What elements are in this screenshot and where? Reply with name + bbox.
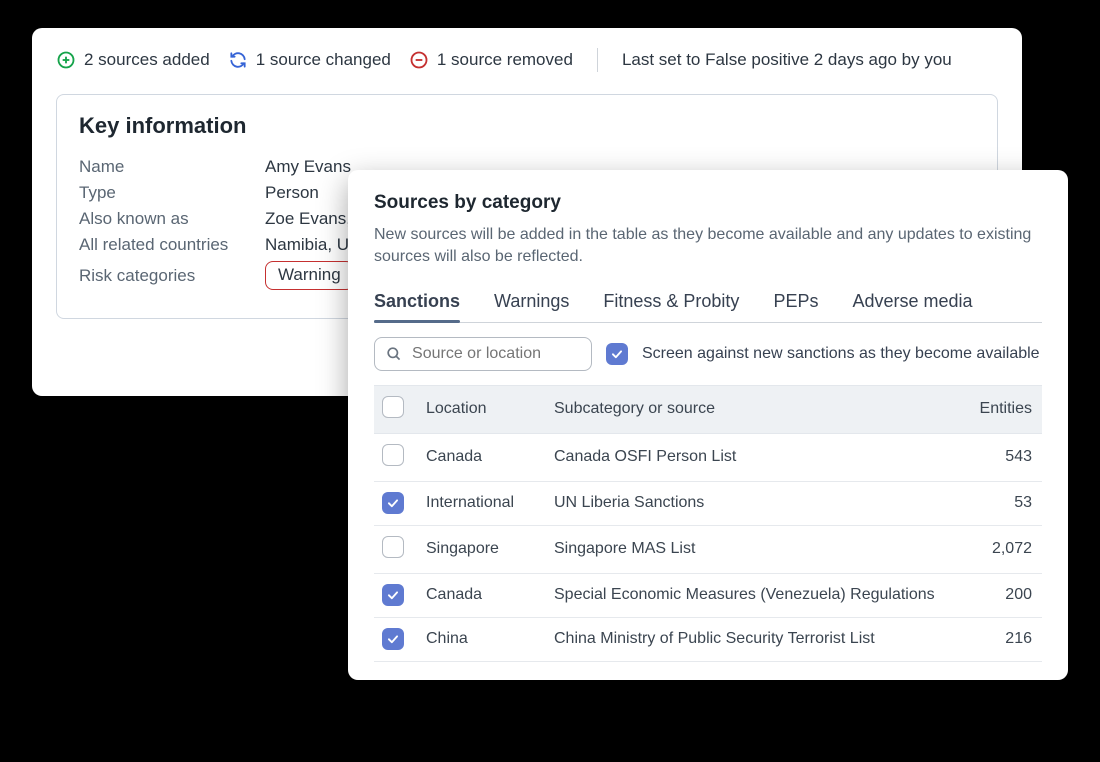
row-location: International [418, 481, 546, 525]
status-changed-text: 1 source changed [256, 50, 391, 70]
minus-circle-icon [409, 50, 429, 70]
tab-peps[interactable]: PEPs [773, 285, 818, 322]
kv-name-label: Name [79, 157, 265, 177]
screen-against-new-checkbox[interactable] [606, 343, 628, 365]
row-checkbox[interactable] [382, 584, 404, 606]
kv-risk-label: Risk categories [79, 266, 265, 286]
table-row: ChinaChina Ministry of Public Security T… [374, 617, 1042, 661]
tab-fitness-probity[interactable]: Fitness & Probity [603, 285, 739, 322]
status-removed-text: 1 source removed [437, 50, 573, 70]
row-source: China Ministry of Public Security Terror… [546, 617, 954, 661]
tab-warnings[interactable]: Warnings [494, 285, 569, 322]
row-entities: 2,072 [954, 525, 1042, 573]
table-row: SingaporeSingapore MAS List2,072 [374, 525, 1042, 573]
col-entities: Entities [954, 385, 1042, 433]
sources-description: New sources will be added in the table a… [374, 224, 1042, 269]
key-info-title: Key information [79, 113, 975, 139]
status-changed: 1 source changed [228, 50, 391, 70]
col-source: Subcategory or source [546, 385, 954, 433]
select-all-checkbox[interactable] [382, 396, 404, 418]
kv-countries-label: All related countries [79, 235, 265, 255]
sources-table: Location Subcategory or source Entities … [374, 385, 1042, 662]
status-added: 2 sources added [56, 50, 210, 70]
row-checkbox[interactable] [382, 444, 404, 466]
controls-row: Screen against new sanctions as they bec… [374, 337, 1042, 371]
col-location: Location [418, 385, 546, 433]
search-input[interactable] [410, 344, 581, 364]
refresh-icon [228, 50, 248, 70]
table-row: CanadaSpecial Economic Measures (Venezue… [374, 573, 1042, 617]
sources-title: Sources by category [374, 192, 1042, 214]
row-location: China [418, 617, 546, 661]
status-removed: 1 source removed [409, 50, 573, 70]
row-checkbox[interactable] [382, 628, 404, 650]
plus-circle-icon [56, 50, 76, 70]
divider [597, 48, 598, 72]
risk-category-pill: Warning [265, 261, 354, 290]
sources-by-category-card: Sources by category New sources will be … [348, 170, 1068, 680]
tabs: Sanctions Warnings Fitness & Probity PEPs Ad… [374, 285, 1042, 323]
row-source: UN Liberia Sanctions [546, 481, 954, 525]
tab-adverse-media[interactable]: Adverse media [852, 285, 972, 322]
status-added-text: 2 sources added [84, 50, 210, 70]
kv-type-value: Person [265, 183, 319, 203]
tab-sanctions[interactable]: Sanctions [374, 285, 460, 322]
kv-countries-value: Namibia, U [265, 235, 349, 255]
table-header-row: Location Subcategory or source Entities [374, 385, 1042, 433]
search-icon [385, 344, 402, 364]
screen-against-new-label: Screen against new sanctions as they bec… [642, 345, 1040, 363]
kv-name-value: Amy Evans [265, 157, 351, 177]
row-entities: 216 [954, 617, 1042, 661]
table-row: CanadaCanada OSFI Person List543 [374, 433, 1042, 481]
status-last-action-text: Last set to False positive 2 days ago by… [622, 50, 952, 70]
row-checkbox[interactable] [382, 492, 404, 514]
kv-aka-value: Zoe Evans, [265, 209, 351, 229]
row-location: Singapore [418, 525, 546, 573]
row-source: Canada OSFI Person List [546, 433, 954, 481]
kv-aka-label: Also known as [79, 209, 265, 229]
status-row: 2 sources added 1 source changed 1 sourc… [56, 48, 998, 72]
status-last-action: Last set to False positive 2 days ago by… [622, 50, 952, 70]
table-row: InternationalUN Liberia Sanctions53 [374, 481, 1042, 525]
row-location: Canada [418, 573, 546, 617]
row-source: Special Economic Measures (Venezuela) Re… [546, 573, 954, 617]
row-checkbox[interactable] [382, 536, 404, 558]
search-input-wrap[interactable] [374, 337, 592, 371]
row-location: Canada [418, 433, 546, 481]
row-entities: 543 [954, 433, 1042, 481]
row-source: Singapore MAS List [546, 525, 954, 573]
row-entities: 53 [954, 481, 1042, 525]
row-entities: 200 [954, 573, 1042, 617]
kv-type-label: Type [79, 183, 265, 203]
